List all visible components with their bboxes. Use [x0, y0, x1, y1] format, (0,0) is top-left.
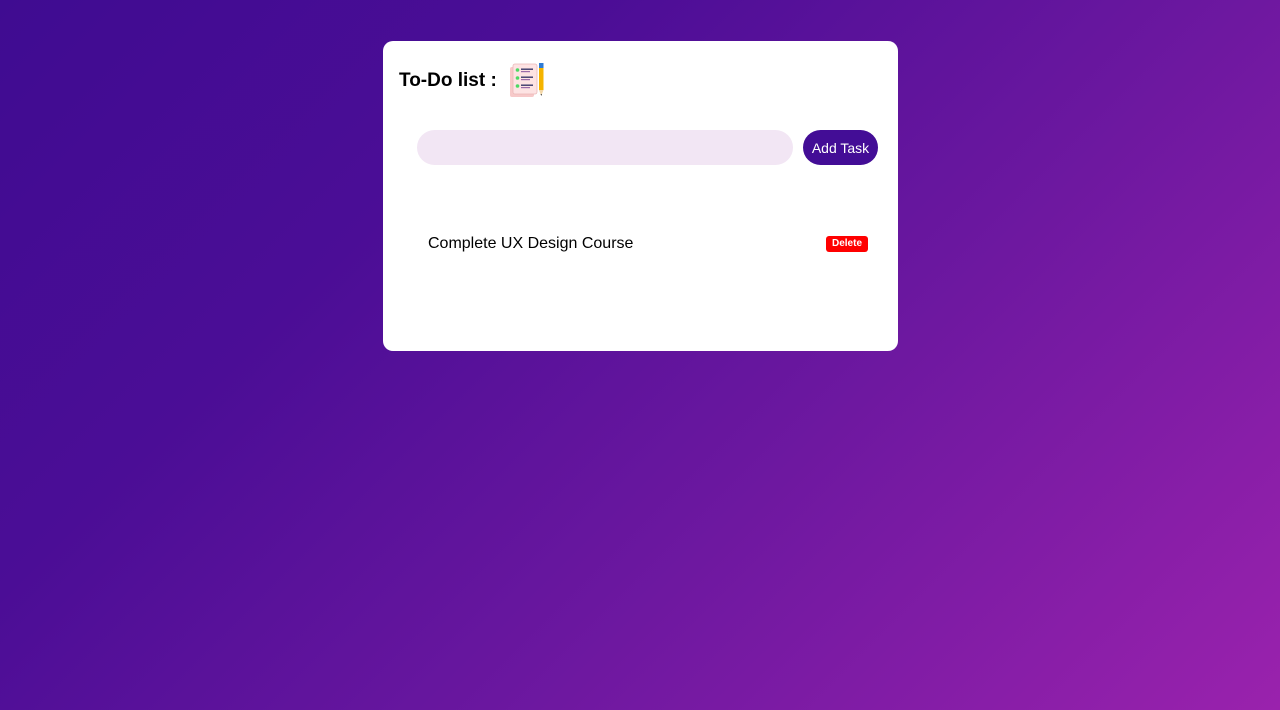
title-row: To-Do list :: [399, 63, 547, 99]
task-list: Complete UX Design Course Delete: [428, 232, 868, 256]
task-input[interactable]: [417, 130, 793, 165]
list-item[interactable]: Complete UX Design Course Delete: [428, 232, 868, 256]
page-title: To-Do list :: [399, 70, 497, 91]
input-row: Add Task: [417, 130, 878, 165]
task-text: Complete UX Design Course: [428, 235, 634, 252]
delete-button[interactable]: Delete: [825, 236, 868, 252]
add-task-button[interactable]: Add Task: [803, 130, 878, 165]
checklist-icon: [507, 63, 547, 99]
todo-card: To-Do list : Add Task Complete UX Design…: [383, 41, 898, 351]
